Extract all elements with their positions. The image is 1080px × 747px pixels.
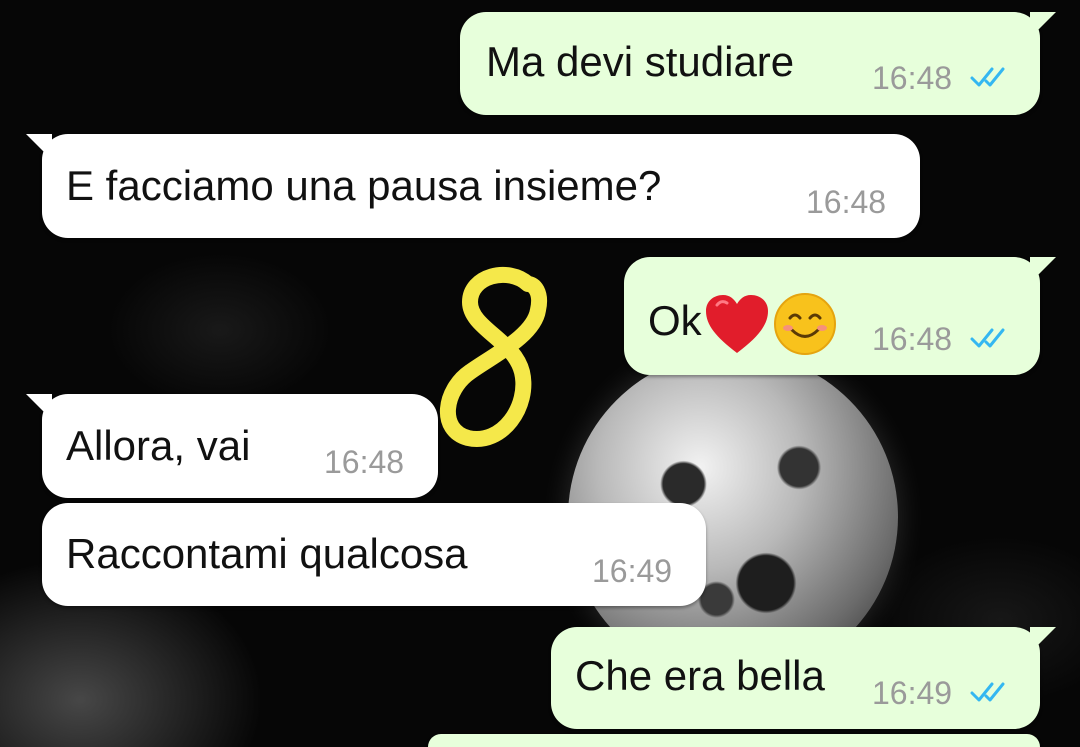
number-eight-doodle: [439, 267, 547, 447]
double-check-icon: [970, 328, 1005, 348]
message-text: Che era bella: [575, 652, 825, 699]
incoming-message[interactable]: E facciamo una pausa insieme? 16:48: [26, 134, 920, 238]
outgoing-message-partial[interactable]: [428, 734, 1040, 747]
message-time: 16:48: [324, 444, 405, 480]
message-time: 16:48: [806, 184, 887, 220]
incoming-message[interactable]: Raccontami qualcosa 16:49: [42, 503, 706, 606]
double-check-icon: [970, 682, 1005, 702]
message-list[interactable]: Ma devi studiare 16:48 E facciamo una pa…: [0, 0, 1080, 747]
message-text: Ma devi studiare: [486, 38, 795, 85]
incoming-message[interactable]: Allora, vai 16:48: [26, 394, 438, 498]
red-heart-icon: [705, 295, 768, 353]
message-text: Raccontami qualcosa: [66, 530, 468, 577]
outgoing-message[interactable]: Ma devi studiare 16:48: [460, 12, 1056, 115]
message-time: 16:48: [872, 321, 953, 357]
message-text-label: Ok: [648, 297, 702, 345]
message-time: 16:48: [872, 60, 953, 96]
smiling-face-icon: [773, 293, 836, 355]
double-check-icon: [970, 67, 1005, 87]
outgoing-message[interactable]: Che era bella 16:49: [551, 627, 1056, 729]
message-text: Allora, vai: [66, 422, 251, 469]
outgoing-message[interactable]: Ok 16:48: [624, 257, 1056, 375]
message-text: E facciamo una pausa insieme?: [66, 162, 662, 209]
message-time: 16:49: [872, 675, 953, 711]
message-text: Ok: [648, 291, 838, 357]
message-time: 16:49: [592, 553, 673, 589]
